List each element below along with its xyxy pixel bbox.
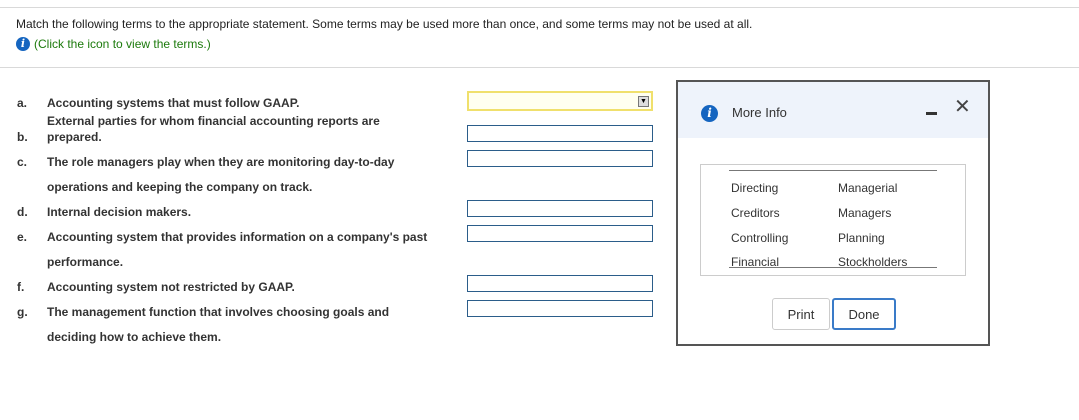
view-terms-text[interactable]: (Click the icon to view the terms.) <box>34 37 211 51</box>
terms-table: Directing Managerial Creditors Managers … <box>700 164 966 276</box>
minimize-icon[interactable] <box>926 104 938 118</box>
answer-input-c[interactable] <box>467 150 653 167</box>
question-letter: g. <box>17 305 28 319</box>
question-text: deciding how to achieve them. <box>47 330 222 344</box>
question-letter: f. <box>17 280 25 294</box>
term-controlling: Controlling <box>731 231 789 245</box>
dialog-header: i More Info ✕ <box>678 82 988 138</box>
answer-input-e[interactable] <box>467 225 653 242</box>
question-text: Internal decision makers. <box>47 205 192 219</box>
chevron-down-icon[interactable]: ▼ <box>638 96 649 107</box>
term-managers: Managers <box>838 206 892 220</box>
question-letter: c. <box>17 155 28 169</box>
term-directing: Directing <box>731 181 779 195</box>
done-button[interactable]: Done <box>832 298 896 330</box>
answer-input-f[interactable] <box>467 275 653 292</box>
question-letter: a. <box>17 96 28 110</box>
question-text: The management function that involves ch… <box>47 305 390 319</box>
question-letter: d. <box>17 205 28 219</box>
table-bottom-rule <box>729 267 937 268</box>
question-letter: e. <box>17 230 28 244</box>
question-text: operations and keeping the company on tr… <box>47 180 313 194</box>
question-letter: b. <box>17 130 28 144</box>
answer-input-g[interactable] <box>467 300 653 317</box>
term-creditors: Creditors <box>731 206 780 220</box>
table-top-rule <box>729 170 937 171</box>
instructions-text: Match the following terms to the appropr… <box>16 17 753 31</box>
question-text: prepared. <box>47 130 102 144</box>
more-info-dialog: i More Info ✕ Directing Managerial Credi… <box>676 80 990 346</box>
view-terms-link[interactable]: i (Click the icon to view the terms.) <box>16 37 211 51</box>
question-text: Accounting system that provides informat… <box>47 230 428 244</box>
top-divider <box>0 7 1079 8</box>
answer-dropdown-a[interactable]: ▼ <box>467 91 653 111</box>
question-text: Accounting system not restricted by GAAP… <box>47 280 295 294</box>
question-text: External parties for whom financial acco… <box>47 114 380 128</box>
close-icon[interactable]: ✕ <box>954 94 971 119</box>
term-planning: Planning <box>838 231 885 245</box>
term-managerial: Managerial <box>838 181 898 195</box>
dialog-title: More Info <box>732 105 787 120</box>
section-divider <box>0 67 1079 68</box>
info-icon[interactable]: i <box>16 37 30 51</box>
print-button[interactable]: Print <box>772 298 830 330</box>
answer-input-d[interactable] <box>467 200 653 217</box>
question-text: The role managers play when they are mon… <box>47 155 395 169</box>
question-text: performance. <box>47 255 124 269</box>
info-icon: i <box>701 105 718 122</box>
answer-input-b[interactable] <box>467 125 653 142</box>
question-text: Accounting systems that must follow GAAP… <box>47 96 300 110</box>
